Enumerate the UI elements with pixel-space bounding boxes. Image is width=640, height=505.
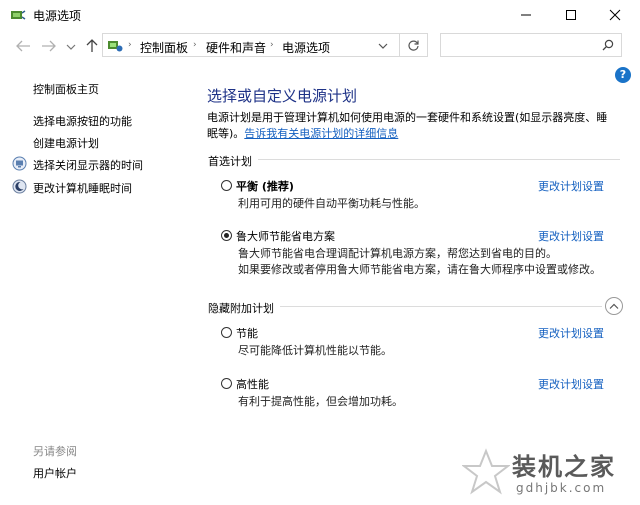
monitor-icon: [12, 156, 27, 171]
search-icon[interactable]: [602, 39, 614, 51]
chevron-up-icon: [609, 303, 619, 309]
maximize-icon: [566, 10, 576, 20]
minimize-icon: [521, 14, 531, 16]
power-options-icon: [11, 10, 26, 20]
watermark-url: gdhjbk.com: [516, 481, 607, 495]
moon-icon: [12, 179, 27, 194]
collapse-hidden-plans-button[interactable]: [605, 297, 623, 315]
radio-ludashi-saver[interactable]: [221, 230, 232, 241]
plan-desc-balanced: 利用可用的硬件自动平衡功耗与性能。: [238, 197, 425, 210]
section-divider: [258, 159, 620, 160]
plan-desc-high-performance: 有利于提高性能，但会增加功耗。: [238, 395, 403, 408]
minimize-button[interactable]: [503, 0, 549, 30]
close-icon: [609, 9, 621, 21]
watermark-star-icon: [462, 448, 510, 495]
title-bar: 电源选项: [0, 0, 640, 30]
page-title: 选择或自定义电源计划: [207, 87, 358, 105]
plan-desc-ludashi-line1: 鲁大师节能省电合理调配计算机电源方案，帮您达到省电的目的。: [238, 247, 557, 260]
watermark-text: 装机之家: [512, 453, 616, 481]
search-input[interactable]: [440, 33, 622, 57]
see-also-heading: 另请参阅: [33, 445, 77, 458]
change-plan-settings-link-balanced[interactable]: 更改计划设置: [538, 178, 604, 194]
forward-arrow-icon[interactable]: [40, 38, 58, 54]
sidebar-item-create-plan[interactable]: 创建电源计划: [33, 135, 99, 151]
breadcrumb-separator: ›: [270, 40, 274, 50]
preferred-plans-heading: 首选计划: [208, 155, 252, 168]
radio-power-saver[interactable]: [221, 327, 232, 338]
plan-name-balanced[interactable]: 平衡 (推荐): [236, 178, 294, 194]
intro-text: 电源计划是用于管理计算机如何使用电源的一套硬件和系统设置(如显示器亮度、睡眠等)…: [207, 110, 617, 142]
address-dropdown-chevron-icon[interactable]: [378, 42, 388, 50]
plan-desc-power-saver: 尽可能降低计算机性能以节能。: [238, 344, 392, 357]
change-plan-settings-link-performance[interactable]: 更改计划设置: [538, 376, 604, 392]
section-divider: [280, 306, 602, 307]
change-plan-settings-link-saver[interactable]: 更改计划设置: [538, 325, 604, 341]
radio-high-performance[interactable]: [221, 378, 232, 389]
control-panel-icon: [108, 41, 123, 52]
refresh-icon: [408, 40, 419, 51]
control-panel-home-link[interactable]: 控制面板主页: [33, 81, 99, 97]
radio-balanced[interactable]: [221, 180, 232, 191]
help-icon[interactable]: ?: [615, 67, 631, 83]
user-accounts-link[interactable]: 用户帐户: [33, 465, 77, 481]
plan-desc-ludashi-line2: 如果要修改或者停用鲁大师节能省电方案，请在鲁大师程序中设置或修改。: [238, 263, 601, 276]
back-arrow-icon[interactable]: [14, 38, 32, 54]
change-plan-settings-link-ludashi[interactable]: 更改计划设置: [538, 228, 604, 244]
maximize-button[interactable]: [548, 0, 594, 30]
breadcrumb-separator: ›: [128, 40, 132, 50]
power-plan-info-link[interactable]: 告诉我有关电源计划的详细信息: [244, 127, 398, 140]
hidden-plans-heading[interactable]: 隐藏附加计划: [208, 300, 274, 316]
plan-name-ludashi-saver[interactable]: 鲁大师节能省电方案: [236, 228, 335, 244]
breadcrumb-control-panel[interactable]: 控制面板: [140, 39, 188, 56]
refresh-button[interactable]: [400, 33, 428, 57]
sidebar-item-power-button[interactable]: 选择电源按钮的功能: [33, 113, 132, 129]
sidebar-item-display-off[interactable]: 选择关闭显示器的时间: [33, 157, 143, 173]
plan-name-power-saver[interactable]: 节能: [236, 325, 258, 341]
sidebar-item-sleep-time[interactable]: 更改计算机睡眠时间: [33, 180, 132, 196]
recent-locations-chevron-icon[interactable]: [66, 43, 76, 51]
breadcrumb-hardware-sound[interactable]: 硬件和声音: [206, 39, 266, 56]
breadcrumb-power-options[interactable]: 电源选项: [282, 39, 330, 56]
up-arrow-icon[interactable]: [83, 37, 101, 53]
plan-name-high-performance[interactable]: 高性能: [236, 376, 269, 392]
breadcrumb-separator: ›: [193, 40, 197, 50]
close-button[interactable]: [592, 0, 638, 30]
window-title: 电源选项: [33, 9, 82, 23]
